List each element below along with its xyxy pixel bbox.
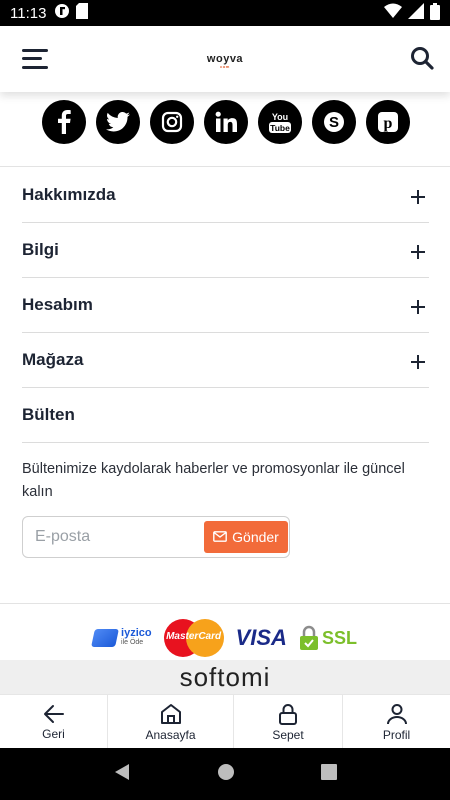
android-home-icon[interactable] <box>217 763 235 786</box>
nav-back-label: Geri <box>42 726 65 741</box>
android-recents-icon[interactable] <box>321 763 337 785</box>
payment-logos: iyzico ile Öde MasterCard VISA SSL <box>0 616 450 660</box>
status-bar: 11:13 <box>0 0 450 26</box>
sd-card-icon <box>76 3 89 23</box>
plus-icon[interactable] <box>411 355 425 369</box>
search-icon[interactable] <box>410 46 434 70</box>
accordion-label: Mağaza <box>22 350 84 369</box>
mastercard-text: MasterCard <box>166 631 222 642</box>
accordion-label: Bilgi <box>22 240 59 259</box>
app-header: woyva com <box>0 26 450 92</box>
user-icon <box>386 703 407 724</box>
visa-logo: VISA <box>235 625 287 650</box>
status-time: 11:13 <box>10 4 47 22</box>
newsletter-description: Bültenimize kaydolarak haberler ve promo… <box>22 461 405 500</box>
newsletter-form: Gönder <box>22 516 290 558</box>
accordion-label: Hesabım <box>22 295 93 314</box>
youtube-icon[interactable]: You Tube <box>258 100 302 144</box>
plus-icon[interactable] <box>411 245 425 259</box>
twitter-icon[interactable] <box>96 100 140 144</box>
app-notification-icon <box>54 3 70 23</box>
accordion-item-bilgi[interactable]: Bilgi <box>22 223 429 278</box>
softomi-brand-bar[interactable]: softomi <box>0 660 450 694</box>
facebook-icon[interactable] <box>42 100 86 144</box>
arrow-left-icon <box>43 704 64 723</box>
ssl-text: SSL <box>321 627 357 648</box>
send-button[interactable]: Gönder <box>204 521 288 553</box>
skype-icon[interactable]: S <box>312 100 356 144</box>
pinterest-icon[interactable]: p <box>366 100 410 144</box>
envelope-icon <box>213 529 228 545</box>
nav-cart-label: Sepet <box>272 727 304 742</box>
ssl-logo: SSL <box>299 625 357 651</box>
svg-text:You: You <box>272 112 288 122</box>
mastercard-logo: MasterCard <box>163 619 224 657</box>
svg-text:S: S <box>329 114 339 131</box>
accordion-item-hesabim[interactable]: Hesabım <box>22 278 429 333</box>
brand-logo[interactable]: woyva com <box>0 53 450 69</box>
android-navigation-bar <box>0 748 450 800</box>
send-button-label: Gönder <box>232 529 279 545</box>
nav-home-label: Anasayfa <box>145 727 196 742</box>
wifi-icon <box>384 3 402 23</box>
accordion-item-magaza[interactable]: Mağaza <box>22 333 429 388</box>
android-back-icon[interactable] <box>113 763 131 786</box>
home-icon <box>160 703 181 724</box>
battery-icon <box>430 2 440 24</box>
cell-signal-icon <box>408 3 424 23</box>
logo-subtext: com <box>220 64 230 69</box>
newsletter-heading: Bülten <box>22 405 75 424</box>
section-divider <box>0 603 450 604</box>
plus-icon[interactable] <box>411 300 425 314</box>
iyzico-logo: iyzico ile Öde <box>91 628 152 648</box>
lock-icon <box>279 703 297 725</box>
instagram-icon[interactable] <box>150 100 194 144</box>
section-divider <box>0 166 450 167</box>
nav-cart[interactable]: Sepet <box>234 695 343 749</box>
accordion-item-hakkimizda[interactable]: Hakkımızda <box>22 168 429 223</box>
svg-text:Tube: Tube <box>270 123 290 133</box>
linkedin-icon[interactable] <box>204 100 248 144</box>
nav-home[interactable]: Anasayfa <box>108 695 234 749</box>
newsletter-heading-row: Bülten <box>22 388 429 443</box>
iyzico-subtext: ile Öde <box>121 639 144 646</box>
svg-text:p: p <box>384 115 393 132</box>
nav-back[interactable]: Geri <box>0 695 108 749</box>
bottom-navigation: Geri Anasayfa Sepet Profil <box>0 694 450 749</box>
padlock-icon <box>299 625 318 650</box>
accordion-label: Hakkımızda <box>22 185 116 204</box>
plus-icon[interactable] <box>411 190 425 204</box>
nav-profile-label: Profil <box>382 727 411 742</box>
email-input[interactable] <box>35 525 205 549</box>
social-links: You Tube S p <box>0 100 450 150</box>
softomi-logo-text: softomi <box>179 661 271 692</box>
nav-profile[interactable]: Profil <box>343 695 450 749</box>
